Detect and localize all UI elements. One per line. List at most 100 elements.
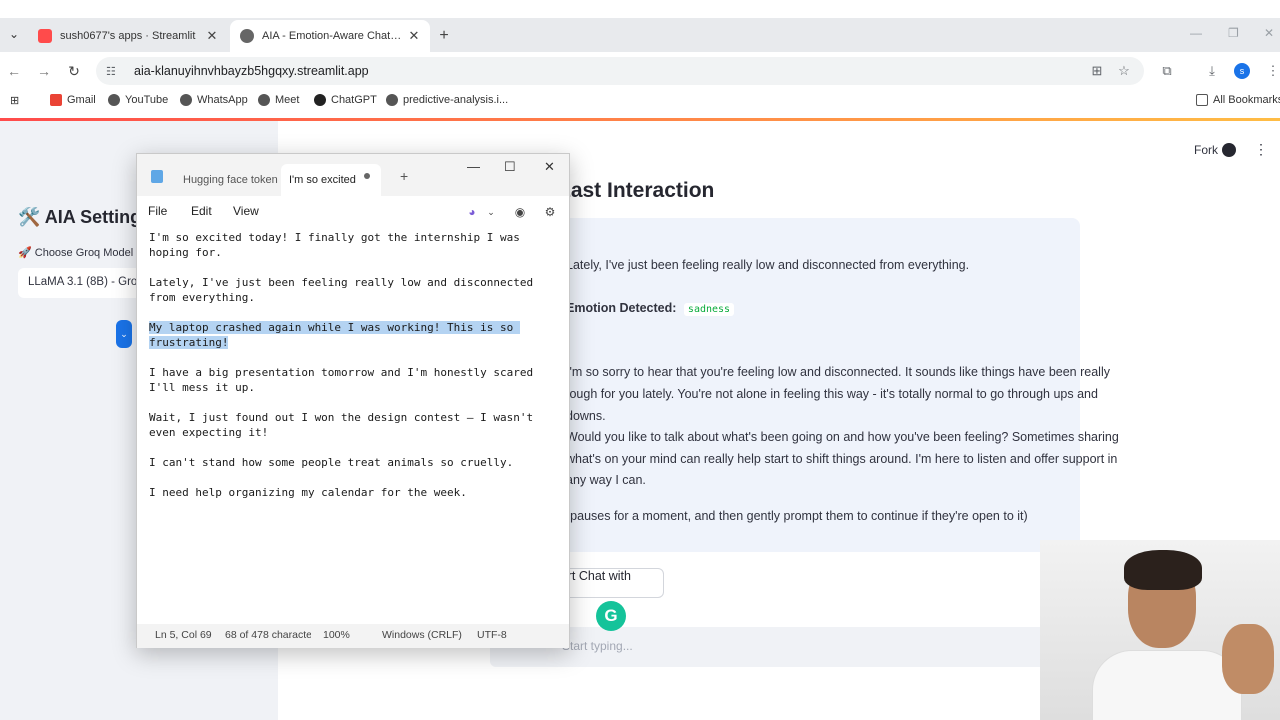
url-text: aia-klanuyihnvhbayzb5hgqxy.streamlit.app (134, 64, 369, 78)
bookmark-youtube[interactable]: YouTube (108, 94, 168, 106)
bookmark-label: ChatGPT (331, 94, 377, 106)
fork-button[interactable]: Fork (1194, 143, 1218, 157)
globe-icon (180, 94, 192, 106)
bookmark-label: WhatsApp (197, 94, 248, 106)
user-message: Lately, I've just been feeling really lo… (566, 258, 970, 272)
tab-title: AIA - Emotion-Aware Chatbot · (262, 30, 406, 42)
address-bar[interactable]: ☷ aia-klanuyihnvhbayzb5hgqxy.streamlit.a… (96, 57, 1144, 85)
browser-tab-streamlit-apps[interactable]: sush0677's apps · Streamlit ✕ (28, 20, 228, 52)
close-tab-icon[interactable]: ✕ (406, 28, 422, 44)
bookmark-label: predictive-analysis.i... (403, 94, 509, 106)
extensions-icon[interactable]: ⧉ (1158, 62, 1176, 80)
menu-file[interactable]: File (148, 204, 167, 218)
reply-line: (pauses for a moment, and then gently pr… (566, 509, 1028, 523)
back-arrow-icon[interactable]: ← (4, 61, 24, 81)
presenter-hand (1222, 624, 1274, 694)
apps-grid-icon[interactable]: ⊞ (10, 94, 19, 107)
selected-text: My laptop crashed again while I was work… (149, 321, 520, 349)
forward-arrow-icon[interactable]: → (34, 61, 54, 81)
sidebar-title: 🛠️ AIA Settings (18, 207, 152, 227)
grammarly-icon[interactable]: G (596, 601, 626, 631)
browser-tab-aia-chatbot[interactable]: AIA - Emotion-Aware Chatbot · ✕ (230, 20, 430, 52)
reply-line: any way I can. (566, 473, 646, 487)
notepad-window: Hugging face token I'm so excited + — ☐ … (136, 153, 570, 648)
menu-view[interactable]: View (233, 204, 259, 218)
text-line: I can't stand how some people treat anim… (149, 456, 514, 469)
minimize-window-icon[interactable]: — (1190, 26, 1202, 40)
reply-line: downs. (566, 409, 606, 423)
bookmark-label: Gmail (67, 94, 96, 106)
text-line: Lately, I've just been feeling really lo… (149, 276, 540, 304)
copilot-chevron-down-icon[interactable]: ⌄ (483, 204, 499, 220)
folder-icon (1196, 94, 1208, 106)
globe-icon (258, 94, 270, 106)
screen: ⌄ sush0677's apps · Streamlit ✕ AIA - Em… (0, 0, 1280, 720)
emotion-row: Emotion Detected: sadness (566, 301, 735, 316)
zoom-level[interactable]: 100% (323, 629, 350, 641)
restore-window-icon[interactable]: ❐ (1228, 26, 1239, 40)
notepad-new-tab-plus-icon[interactable]: + (400, 168, 408, 184)
bookmark-gmail[interactable]: Gmail (50, 94, 96, 106)
last-interaction-card: Lately, I've just been feeling really lo… (556, 218, 1119, 552)
browser-tabstrip: ⌄ sush0677's apps · Streamlit ✕ AIA - Em… (0, 18, 1280, 52)
bookmark-whatsapp[interactable]: WhatsApp (180, 94, 248, 106)
close-tab-icon[interactable]: ✕ (204, 28, 220, 44)
bookmark-label: Meet (275, 94, 300, 106)
account-icon[interactable]: ◉ (512, 204, 528, 220)
notepad-statusbar: Ln 5, Col 69 68 of 478 characte 100% Win… (137, 624, 569, 648)
tab-search-chevron-icon[interactable]: ⌄ (4, 24, 24, 44)
text-line: I have a big presentation tomorrow and I… (149, 366, 540, 394)
github-icon[interactable] (1222, 143, 1236, 157)
downloads-icon[interactable]: ⤓ (1203, 62, 1221, 80)
presenter-hair (1124, 550, 1202, 590)
aia-favicon-icon (240, 29, 254, 43)
line-ending[interactable]: Windows (CRLF) (382, 629, 462, 641)
notepad-tab-hugging-face-token[interactable]: Hugging face token (175, 164, 279, 196)
notepad-titlebar: Hugging face token I'm so excited + — ☐ … (137, 154, 569, 196)
bookmark-star-icon[interactable]: ☆ (1115, 62, 1133, 80)
close-window-icon[interactable]: ✕ (1264, 26, 1274, 40)
streamlit-favicon-icon (38, 29, 52, 43)
notepad-minimize-icon[interactable]: — (467, 159, 480, 174)
bookmark-label: All Bookmarks (1213, 94, 1280, 106)
reply-line: Would you like to talk about what's been… (566, 430, 1119, 444)
page-heading: Last Interaction (558, 179, 715, 202)
copilot-icon[interactable]: ◕ (464, 204, 480, 220)
notepad-maximize-icon[interactable]: ☐ (504, 159, 516, 175)
install-app-icon[interactable]: ⊞ (1088, 62, 1106, 80)
profile-avatar[interactable]: s (1234, 63, 1250, 79)
settings-gear-icon[interactable]: ⚙ (542, 204, 558, 220)
reply-line: I'm so sorry to hear that you're feeling… (566, 365, 1110, 379)
site-info-icon[interactable]: ☷ (106, 65, 122, 78)
gmail-icon (50, 94, 62, 106)
globe-icon (108, 94, 120, 106)
character-count: 68 of 478 characte (225, 629, 311, 641)
sidebar-collapse-chevron-icon[interactable]: ⌄ (116, 320, 132, 348)
all-bookmarks[interactable]: All Bookmarks (1196, 94, 1280, 106)
bookmark-meet[interactable]: Meet (258, 94, 299, 106)
bookmarks-bar: ⊞ Gmail YouTube WhatsApp Meet ChatGPT pr… (0, 90, 1280, 114)
unsaved-dot-icon (364, 173, 370, 179)
notepad-editor[interactable]: I'm so excited today! I finally got the … (149, 230, 559, 610)
emotion-label: Emotion Detected: (566, 301, 677, 315)
browser-toolbar: ← → ↻ ☷ aia-klanuyihnvhbayzb5hgqxy.strea… (0, 52, 1280, 90)
app-menu-icon[interactable]: ⋮ (1254, 141, 1268, 158)
notepad-close-icon[interactable]: ✕ (544, 159, 555, 175)
new-tab-plus-icon[interactable]: + (434, 26, 454, 46)
chatgpt-icon (314, 94, 326, 106)
reload-icon[interactable]: ↻ (64, 61, 84, 81)
chat-input-placeholder: Start typing... (562, 639, 633, 653)
browser-menu-icon[interactable]: ⋮ (1264, 62, 1280, 80)
bookmark-predictive-analysis[interactable]: predictive-analysis.i... (386, 94, 508, 106)
bookmark-chatgpt[interactable]: ChatGPT (314, 94, 377, 106)
emotion-badge: sadness (683, 303, 735, 316)
bookmark-label: YouTube (125, 94, 169, 106)
menu-edit[interactable]: Edit (191, 204, 212, 218)
notepad-tab-im-so-excited[interactable]: I'm so excited (281, 164, 381, 196)
webcam-overlay (1040, 540, 1280, 720)
encoding[interactable]: UTF-8 (477, 629, 507, 641)
text-line: I need help organizing my calendar for t… (149, 486, 467, 499)
text-line: I'm so excited today! I finally got the … (149, 231, 527, 259)
reply-line: tough for you lately. You're not alone i… (566, 387, 1098, 401)
model-select-label: 🚀 Choose Groq Model (18, 247, 134, 259)
